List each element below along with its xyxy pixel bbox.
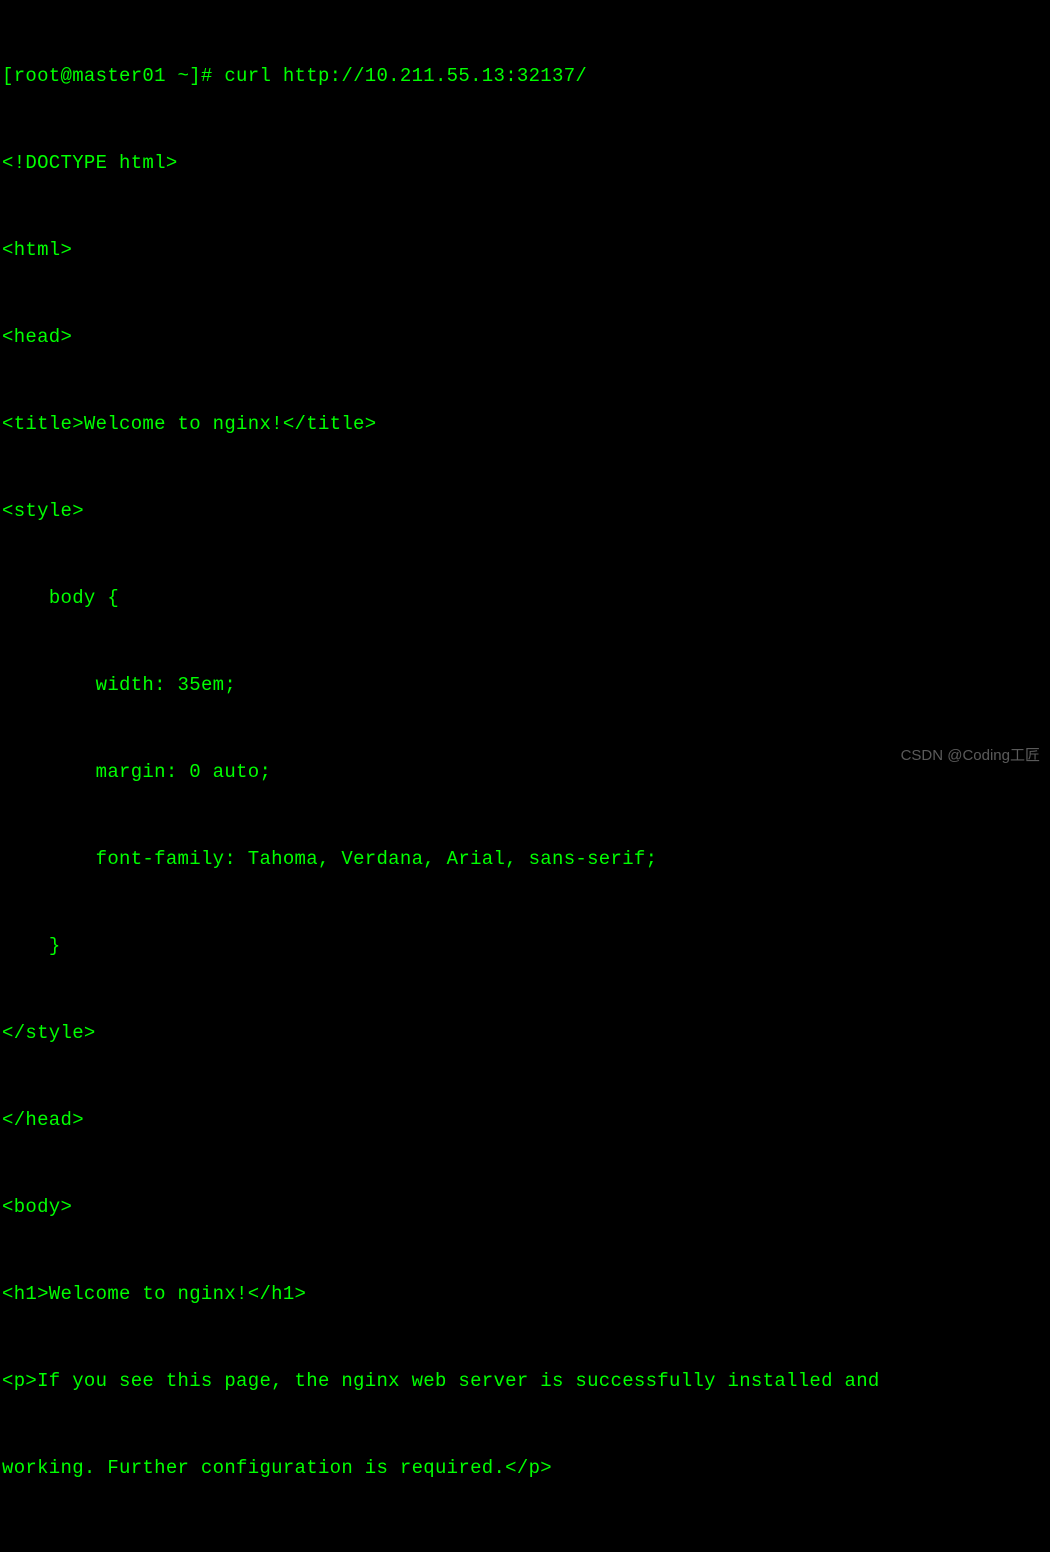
output-line: }	[2, 932, 1046, 961]
command-line-1: [root@master01 ~]# curl http://10.211.55…	[2, 62, 1046, 91]
output-line: margin: 0 auto;	[2, 758, 1046, 787]
output-line: <style>	[2, 497, 1046, 526]
output-line	[2, 1541, 1046, 1552]
command-text: curl http://10.211.55.13:32137/	[224, 65, 587, 87]
output-line: <title>Welcome to nginx!</title>	[2, 410, 1046, 439]
output-line: body {	[2, 584, 1046, 613]
output-line: <p>If you see this page, the nginx web s…	[2, 1367, 1046, 1396]
output-line: <body>	[2, 1193, 1046, 1222]
shell-prompt: [root@master01 ~]#	[2, 65, 224, 87]
output-line: working. Further configuration is requir…	[2, 1454, 1046, 1483]
output-line: font-family: Tahoma, Verdana, Arial, san…	[2, 845, 1046, 874]
output-line: <h1>Welcome to nginx!</h1>	[2, 1280, 1046, 1309]
output-line: </head>	[2, 1106, 1046, 1135]
output-line: <html>	[2, 236, 1046, 265]
watermark-text: CSDN @Coding工匠	[901, 741, 1040, 770]
output-line: <!DOCTYPE html>	[2, 149, 1046, 178]
output-line: width: 35em;	[2, 671, 1046, 700]
terminal-output-area[interactable]: [root@master01 ~]# curl http://10.211.55…	[2, 4, 1046, 1552]
output-line: </style>	[2, 1019, 1046, 1048]
output-line: <head>	[2, 323, 1046, 352]
